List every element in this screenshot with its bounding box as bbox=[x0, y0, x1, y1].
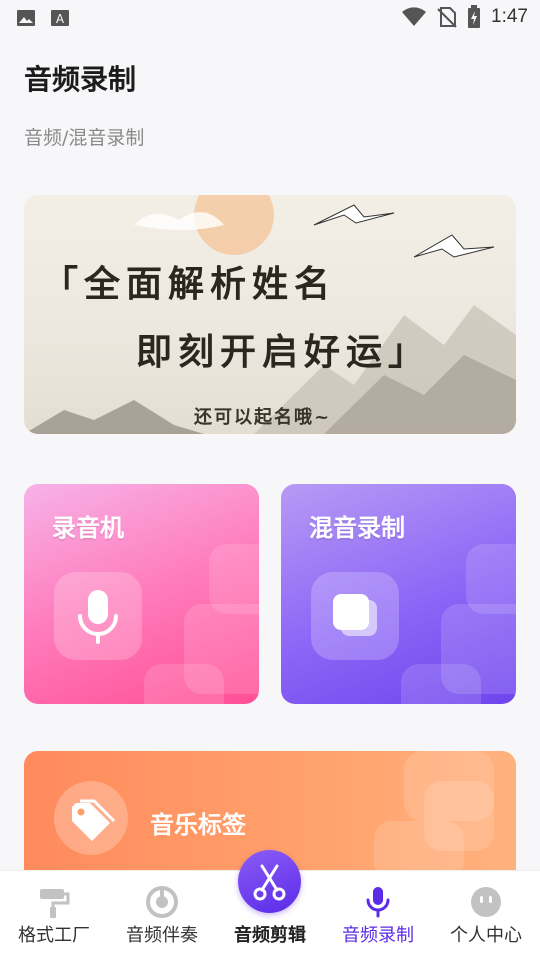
tab-label: 音频剪辑 bbox=[234, 925, 306, 946]
svg-text:A: A bbox=[56, 12, 65, 26]
tab-audio-accompaniment[interactable]: 音频伴奏 bbox=[108, 871, 216, 961]
stop-square-icon bbox=[333, 594, 377, 636]
audio-edit-fab[interactable] bbox=[238, 850, 301, 913]
status-bar: A 1:47 bbox=[0, 0, 540, 36]
promo-banner[interactable]: 「全面解析姓名 即刻开启好运」 还可以起名哦~ bbox=[24, 195, 516, 434]
card-decoration bbox=[209, 544, 259, 614]
tab-profile[interactable]: 个人中心 bbox=[432, 871, 540, 961]
card-decoration bbox=[401, 664, 481, 704]
mix-icon-box bbox=[311, 572, 399, 660]
font-icon: A bbox=[51, 10, 69, 26]
card-decoration bbox=[144, 664, 224, 704]
clock: 1:47 bbox=[491, 6, 528, 27]
tab-format-factory[interactable]: 格式工厂 bbox=[0, 871, 108, 961]
image-icon bbox=[17, 10, 35, 26]
paint-roller-icon bbox=[40, 889, 70, 918]
recorder-icon-box bbox=[54, 572, 142, 660]
banner-artwork bbox=[24, 195, 516, 434]
page-title: 音频录制 bbox=[24, 63, 137, 96]
tab-audio-record[interactable]: 音频录制 bbox=[324, 871, 432, 961]
recorder-card[interactable]: 录音机 bbox=[24, 484, 259, 704]
tab-label: 个人中心 bbox=[450, 925, 522, 946]
scissors-icon bbox=[253, 864, 286, 901]
page-subtitle: 音频/混音录制 bbox=[24, 127, 145, 149]
card-decoration bbox=[466, 544, 516, 614]
banner-headline-2: 即刻开启好运」 bbox=[136, 331, 431, 373]
battery-charging-icon bbox=[468, 5, 481, 28]
tag-icon bbox=[72, 799, 116, 841]
tab-label: 音频伴奏 bbox=[126, 925, 198, 946]
card-decoration bbox=[374, 821, 464, 871]
face-icon bbox=[471, 887, 501, 917]
recorder-label: 录音机 bbox=[52, 514, 124, 542]
no-sim-icon bbox=[437, 7, 457, 28]
power-dial-icon bbox=[146, 886, 178, 918]
banner-headline-1: 「全面解析姓名 bbox=[42, 263, 337, 305]
tab-label: 音频录制 bbox=[342, 925, 414, 946]
tab-label: 格式工厂 bbox=[18, 925, 90, 946]
tags-icon-box bbox=[54, 781, 128, 855]
microphone-icon bbox=[78, 590, 118, 644]
banner-caption: 还可以起名哦~ bbox=[194, 407, 332, 428]
mix-record-card[interactable]: 混音录制 bbox=[281, 484, 516, 704]
mix-record-label: 混音录制 bbox=[309, 514, 405, 542]
wifi-icon bbox=[402, 7, 427, 26]
microphone-icon bbox=[366, 887, 390, 918]
music-tags-label: 音乐标签 bbox=[150, 811, 246, 839]
